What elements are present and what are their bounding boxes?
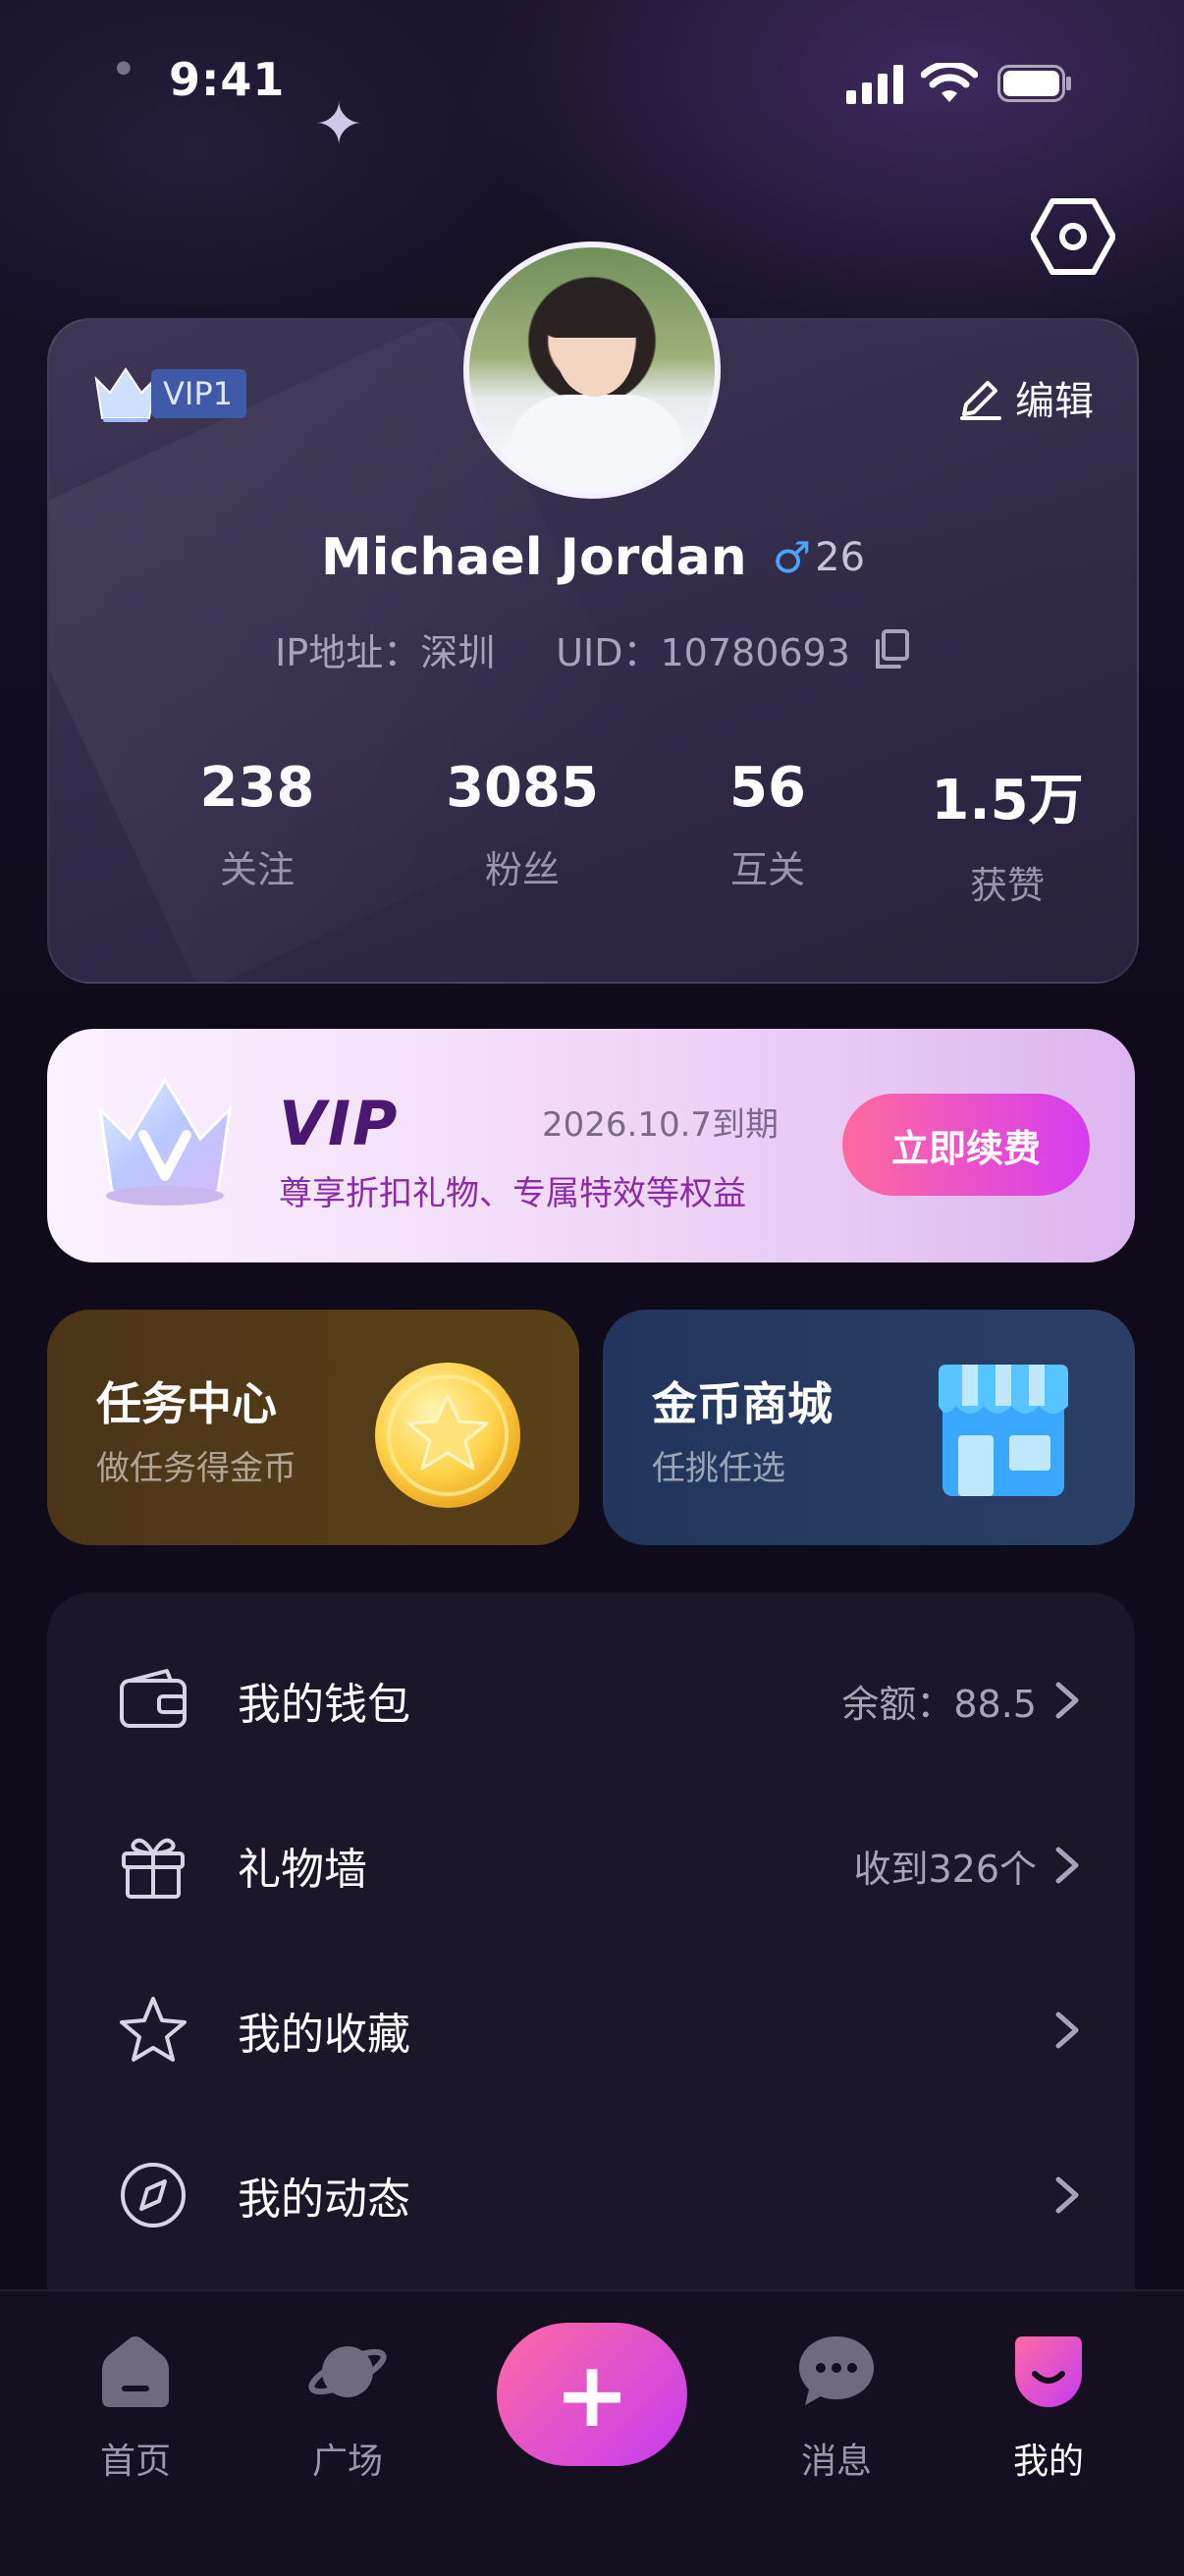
crown-icon <box>94 367 157 422</box>
vip-description: 尊享折扣礼物、专属特效等权益 <box>279 1174 746 1213</box>
menu-item-favorites[interactable]: 我的收藏 <box>47 1948 1135 2113</box>
tab-label: 广场 <box>311 2442 383 2482</box>
compass-icon <box>121 2163 186 2227</box>
settings-button[interactable] <box>1029 192 1117 281</box>
feature-title: 金币商城 <box>652 1377 833 1430</box>
status-bar: 9:41 <box>0 0 1184 167</box>
settings-icon <box>1031 198 1115 275</box>
chevron-right-icon <box>1055 1682 1079 1719</box>
stat-label: 关注 <box>219 848 295 891</box>
create-post-button[interactable]: + <box>497 2323 687 2466</box>
tab-square[interactable]: 广场 <box>269 2331 426 2484</box>
vip-crown-icon <box>97 1077 233 1206</box>
feature-subtitle: 任挑任选 <box>652 1449 785 1488</box>
tab-messages[interactable]: 消息 <box>758 2331 915 2484</box>
info-row: IP地址：深圳 UID：10780693 <box>49 622 1137 676</box>
chevron-right-icon <box>1055 2176 1079 2214</box>
stat-value: 3085 <box>446 756 599 820</box>
vip-level-label: VIP1 <box>151 369 246 418</box>
ip-location: IP地址：深圳 <box>275 631 496 674</box>
stat-fans[interactable]: 3085 粉丝 <box>424 756 620 893</box>
stat-label: 粉丝 <box>484 848 560 891</box>
task-center-card[interactable]: 任务中心 做任务得金币 <box>47 1310 579 1545</box>
menu-label: 我的钱包 <box>238 1680 410 1730</box>
battery-icon <box>997 65 1071 102</box>
wifi-icon <box>921 63 978 102</box>
edit-profile-button[interactable]: 编辑 <box>958 369 1094 426</box>
tab-bar: 首页 广场 + 消息 我的 <box>0 2289 1184 2576</box>
tab-label: 我的 <box>1012 2442 1084 2482</box>
menu-label: 礼物墙 <box>238 1845 367 1895</box>
stat-following[interactable]: 238 关注 <box>159 756 355 893</box>
menu-item-gift-wall[interactable]: 礼物墙 收到326个 <box>47 1783 1135 1948</box>
stat-value: 56 <box>729 756 806 820</box>
menu-item-wallet[interactable]: 我的钱包 余额：88.5 <box>47 1618 1135 1783</box>
stat-value: 1.5万 <box>931 769 1084 832</box>
status-time: 9:41 <box>169 53 286 106</box>
wallet-icon <box>120 1669 187 1728</box>
edit-label: 编辑 <box>1015 379 1094 424</box>
name-row: Michael Jordan ♂ 26 <box>49 528 1137 587</box>
menu-panel: 我的钱包 余额：88.5 礼物墙 收到326个 我的收藏 我的动态 <box>47 1592 1135 2338</box>
stat-mutual[interactable]: 56 互关 <box>670 756 866 893</box>
chevron-right-icon <box>1055 2012 1079 2049</box>
signal-icon <box>846 65 903 104</box>
tab-profile[interactable]: 我的 <box>970 2331 1127 2484</box>
age-value: 26 <box>815 535 866 580</box>
stat-label: 获赞 <box>969 864 1045 907</box>
user-name: Michael Jordan <box>320 528 747 587</box>
vip-expire-date: 2026.10.7到期 <box>542 1105 780 1145</box>
profile-icon <box>1015 2336 1082 2407</box>
gift-icon <box>122 1838 185 1899</box>
tab-home[interactable]: 首页 <box>57 2331 214 2484</box>
menu-item-moments[interactable]: 我的动态 <box>47 2113 1135 2278</box>
renew-button[interactable]: 立即续费 <box>842 1094 1090 1196</box>
vip-banner[interactable]: VIP 2026.10.7到期 尊享折扣礼物、专属特效等权益 立即续费 <box>47 1029 1135 1262</box>
home-icon <box>102 2336 169 2407</box>
male-icon: ♂ <box>772 532 812 583</box>
coin-shop-card[interactable]: 金币商城 任挑任选 <box>603 1310 1135 1545</box>
stat-label: 互关 <box>729 848 805 891</box>
avatar[interactable] <box>463 242 721 499</box>
vip-level-badge[interactable]: VIP1 <box>92 363 246 424</box>
stat-likes[interactable]: 1.5万 获赞 <box>909 756 1105 909</box>
menu-label: 我的收藏 <box>238 2010 410 2060</box>
coin-icon <box>375 1363 520 1508</box>
stat-value: 238 <box>199 756 315 820</box>
tab-label: 首页 <box>99 2442 171 2482</box>
stats-row: 238 关注 3085 粉丝 56 互关 1.5万 获赞 <box>49 756 1137 913</box>
edit-icon <box>960 381 1001 420</box>
star-icon <box>120 1997 187 2062</box>
menu-label: 我的动态 <box>238 2174 410 2225</box>
uid-text: UID：10780693 <box>556 631 850 674</box>
tab-label: 消息 <box>800 2442 872 2482</box>
planet-icon <box>308 2346 387 2397</box>
gender-age: ♂ 26 <box>773 533 865 583</box>
copy-icon[interactable] <box>874 628 911 671</box>
feature-subtitle: 做任务得金币 <box>96 1449 296 1488</box>
chevron-right-icon <box>1055 1847 1079 1884</box>
feature-title: 任务中心 <box>96 1377 277 1430</box>
chat-icon <box>799 2336 874 2405</box>
menu-value: 余额：88.5 <box>841 1682 1037 1726</box>
store-icon <box>939 1365 1068 1496</box>
menu-value: 收到326个 <box>853 1847 1037 1891</box>
vip-title: VIP <box>279 1088 400 1159</box>
